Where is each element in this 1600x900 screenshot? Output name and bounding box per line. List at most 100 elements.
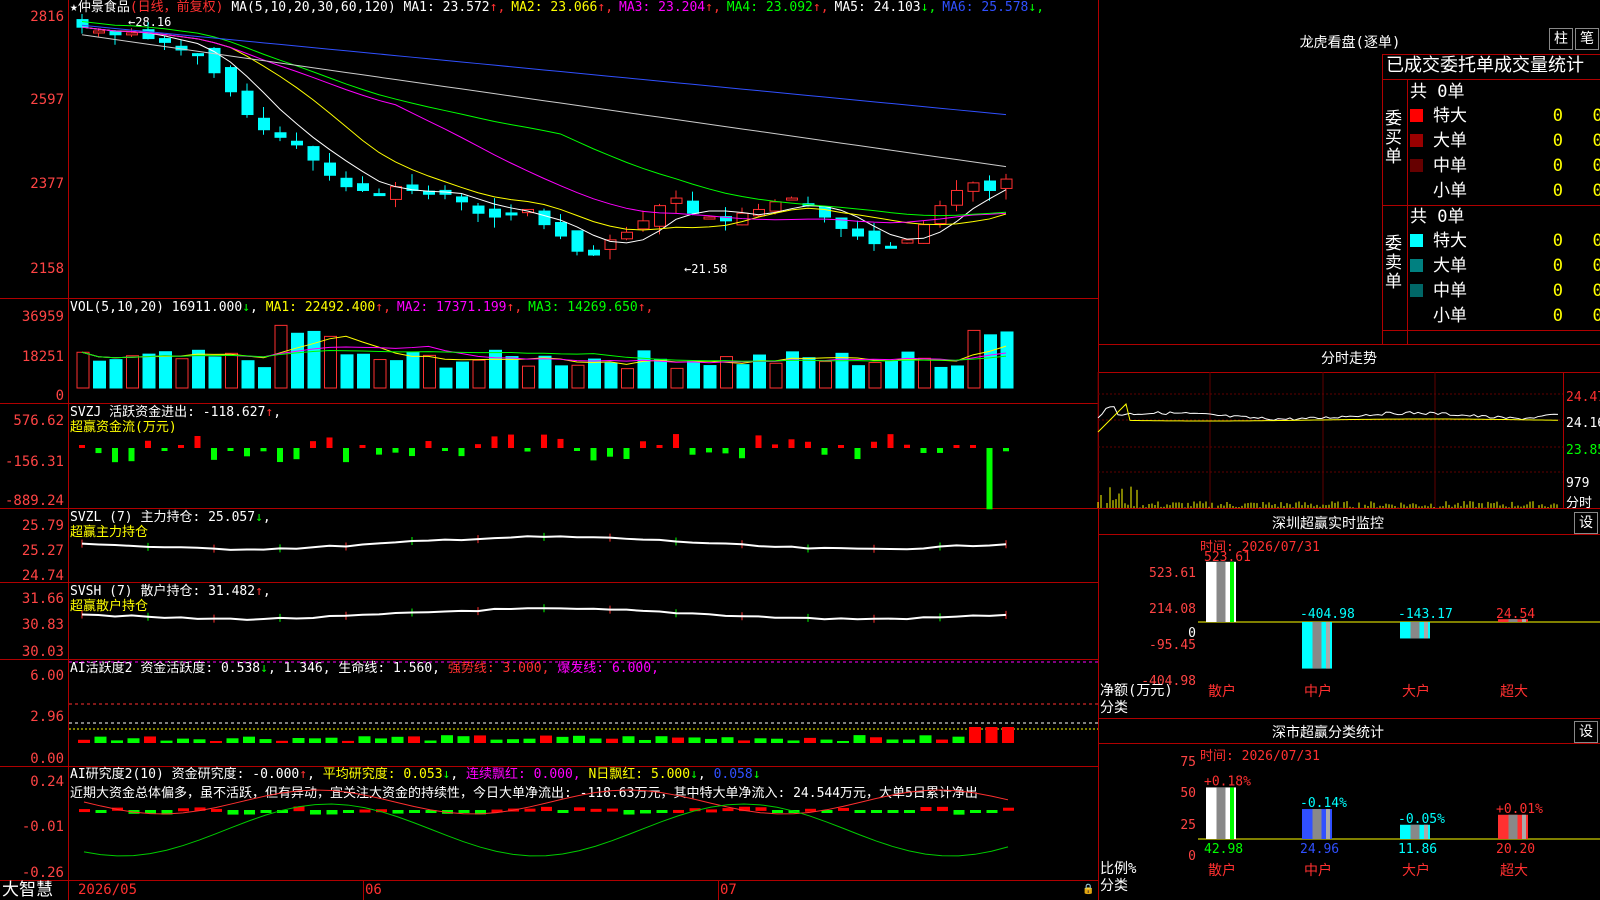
category-bar-shade-2	[1410, 622, 1420, 639]
volume-bar	[357, 353, 370, 389]
volume-bar	[423, 354, 436, 389]
candle	[637, 220, 650, 230]
activity-bar	[94, 736, 107, 743]
research-bar	[359, 809, 371, 813]
brand-logo[interactable]: 大智慧	[2, 880, 53, 900]
candle	[390, 186, 402, 200]
flow-bar	[871, 441, 877, 448]
flow-bar	[920, 448, 927, 453]
candle	[885, 245, 897, 249]
activity-bar	[952, 736, 965, 743]
flow-bar	[161, 448, 168, 451]
activity-bar	[276, 740, 288, 743]
candlestick-chart[interactable]	[69, 0, 1098, 298]
tick-mode-button[interactable]: 笔	[1575, 28, 1599, 50]
ai-research-chart[interactable]	[69, 789, 1098, 880]
candle	[258, 117, 270, 131]
research-bar	[557, 810, 569, 813]
research-bar	[409, 810, 420, 813]
activity-bar	[144, 736, 156, 743]
activity-bar	[754, 738, 767, 743]
research-bar	[623, 810, 635, 815]
research-bar	[904, 810, 915, 813]
volume-bar	[175, 358, 189, 389]
volume-bar	[703, 365, 717, 389]
intraday-chart[interactable]	[1097, 372, 1563, 508]
svzj-chart[interactable]	[69, 403, 1098, 510]
research-bar	[95, 810, 107, 813]
lock-icon[interactable]: 🔒	[1082, 884, 1094, 895]
volume-bar	[225, 352, 238, 389]
candle	[373, 193, 386, 197]
category-bar-edge-0	[1230, 787, 1234, 839]
bar-value-3: 24.54	[1496, 607, 1535, 622]
flow-bar	[244, 448, 250, 457]
candle	[340, 177, 353, 188]
candle	[307, 146, 320, 161]
volume-chart[interactable]	[69, 298, 1098, 403]
volume-bar	[984, 334, 997, 389]
research-bar	[656, 810, 668, 813]
research-bar	[458, 810, 470, 813]
flow-bar	[310, 441, 316, 448]
buy-color-icon-1	[1410, 134, 1423, 147]
vol-axis-2: 0	[55, 388, 64, 404]
candle	[555, 222, 567, 237]
candle	[192, 53, 204, 57]
category-bar-edge-1	[1326, 809, 1330, 839]
activity-bar	[1002, 727, 1014, 743]
ai-activity-chart[interactable]	[69, 659, 1098, 766]
stat-settings-button[interactable]: 设	[1574, 721, 1598, 743]
svzl-chart[interactable]	[69, 508, 1098, 582]
activity-bar	[540, 735, 552, 743]
flow-bar	[359, 445, 366, 448]
activity-bar	[78, 739, 90, 743]
date-axis-1: 06	[365, 882, 382, 898]
volume-bar	[291, 332, 304, 389]
category-label-0: 散户	[1208, 683, 1236, 700]
flow-bar	[491, 436, 498, 448]
activity-bar	[325, 737, 338, 743]
activity-bar	[919, 735, 932, 743]
volume-bar	[489, 349, 502, 389]
price-axis-0: 2816	[30, 9, 64, 25]
flow-bar	[887, 434, 894, 448]
activity-bar	[837, 740, 849, 743]
svsh-chart[interactable]	[69, 582, 1098, 659]
activity-bar	[309, 738, 321, 743]
research-bar	[970, 810, 981, 813]
flow-bar	[260, 448, 267, 452]
sell-row-2: 中单00%	[1410, 279, 1600, 303]
candle	[126, 32, 138, 36]
bar-value-2: -143.17	[1398, 607, 1453, 622]
ma20-line	[81, 26, 1007, 224]
activity-bar	[292, 738, 305, 743]
flow-bar	[755, 435, 762, 448]
flow-bar	[986, 448, 993, 510]
flow-bar	[326, 437, 333, 448]
stat-bar-chart[interactable]: +0.18% 散户 42.98 -0.14% 中户 24.96 -0.05% 大户 11.86 +…	[1198, 755, 1600, 900]
activity-bar	[226, 738, 239, 743]
monitor-bar-chart[interactable]: 523.61 散户 -404.98 中户 -143.17 大户 24.54 超大	[1198, 550, 1600, 720]
volume-bar	[505, 356, 519, 389]
flow-bar	[722, 448, 729, 454]
vol-axis-0: 36959	[21, 309, 64, 325]
research-bar	[590, 808, 602, 812]
activity-bar	[721, 737, 734, 743]
category-bar-shade-0	[1216, 787, 1226, 839]
candle	[489, 208, 501, 218]
research-bar	[772, 810, 783, 813]
bar-mode-button[interactable]: 柱	[1549, 28, 1573, 50]
buy-total: 共 0单	[1410, 82, 1465, 102]
activity-bar	[474, 735, 486, 743]
volume-bar	[901, 351, 915, 389]
volume-bar	[126, 355, 139, 389]
price-axis-2: 2377	[30, 176, 64, 192]
candle	[918, 224, 930, 244]
date-axis-0: 2026/05	[78, 882, 138, 898]
research-bar	[79, 809, 90, 813]
monitor-settings-button[interactable]: 设	[1574, 512, 1598, 534]
buy-row-1: 大单00%	[1410, 129, 1600, 153]
activity-bar	[210, 740, 222, 743]
flow-bar	[227, 448, 234, 451]
